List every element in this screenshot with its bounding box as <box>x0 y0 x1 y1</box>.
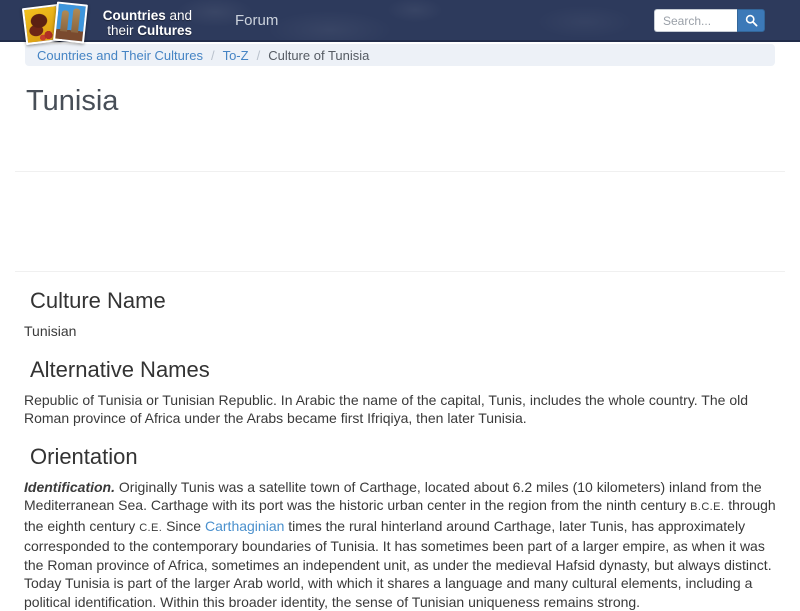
ad-placeholder <box>15 171 785 272</box>
magnifier-icon <box>745 14 758 27</box>
carthaginian-link[interactable]: Carthaginian <box>205 518 284 534</box>
era-bce: B.C.E. <box>690 501 724 513</box>
breadcrumb-link-home[interactable]: Countries and Their Cultures <box>37 48 203 63</box>
era-ce: C.E. <box>139 522 162 534</box>
identification-label: Identification. <box>24 479 115 495</box>
search-button[interactable] <box>737 9 765 32</box>
breadcrumb-separator: / <box>257 48 261 63</box>
breadcrumb-current-page: Culture of Tunisia <box>268 48 369 63</box>
site-logo[interactable]: Countries and their Cultures <box>24 2 194 48</box>
top-navbar: Countries and their Cultures Forum <box>0 0 800 42</box>
section-heading-alternative-names: Alternative Names <box>30 357 776 383</box>
orientation-seg3: Since <box>162 518 205 534</box>
breadcrumb-link-to-z[interactable]: To-Z <box>223 48 249 63</box>
search-box <box>654 9 765 32</box>
moai-statue <box>60 10 69 32</box>
culture-name-text: Tunisian <box>24 322 776 341</box>
alternative-names-text: Republic of Tunisia or Tunisian Republic… <box>24 391 776 428</box>
search-input[interactable] <box>654 9 737 32</box>
logo-line-2: their Cultures <box>92 23 192 38</box>
moai-statue <box>71 8 80 33</box>
forum-link[interactable]: Forum <box>235 12 278 29</box>
main-content: Tunisia Culture Name Tunisian Alternativ… <box>0 84 800 611</box>
section-heading-culture-name: Culture Name <box>30 288 776 314</box>
page-title: Tunisia <box>26 84 776 118</box>
orientation-text: Identification. Originally Tunis was a s… <box>24 478 776 611</box>
orientation-seg1: Originally Tunis was a satellite town of… <box>24 479 762 514</box>
logo-wordmark: Countries and their Cultures <box>92 8 192 38</box>
logo-line-1: Countries and <box>92 8 192 23</box>
section-heading-orientation: Orientation <box>30 444 776 470</box>
logo-moai-photo <box>53 1 88 43</box>
breadcrumb-separator: / <box>211 48 215 63</box>
